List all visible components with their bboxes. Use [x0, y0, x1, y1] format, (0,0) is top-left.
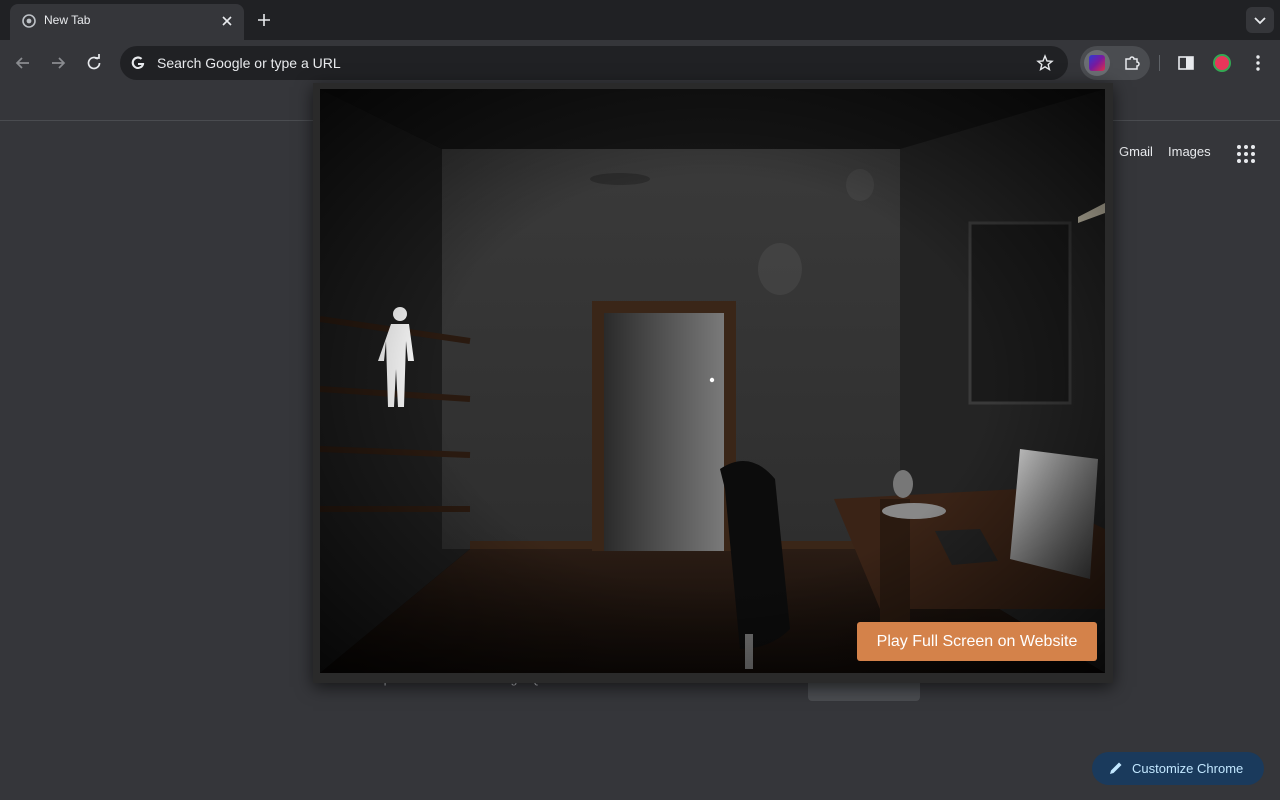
omnibox-placeholder: Search Google or type a URL	[157, 55, 341, 71]
tab-strip: New Tab	[0, 0, 1280, 40]
kebab-menu-icon[interactable]	[1247, 52, 1269, 74]
images-link[interactable]: Images	[1168, 144, 1211, 159]
pencil-icon	[1110, 762, 1122, 774]
arrow-right-icon[interactable]	[47, 52, 69, 74]
chrome-icon	[22, 14, 36, 28]
extension-game-icon	[1089, 55, 1105, 71]
profile-avatar[interactable]	[1213, 54, 1231, 72]
apps-grid-icon[interactable]	[1236, 144, 1256, 164]
game-canvas[interactable]: Play Full Screen on Website	[320, 89, 1105, 673]
extensions-pill	[1080, 46, 1150, 80]
omnibox[interactable]: Search Google or type a URL	[120, 46, 1068, 80]
reload-icon[interactable]	[83, 52, 105, 74]
google-g-icon	[131, 56, 145, 70]
star-icon[interactable]	[1036, 54, 1054, 72]
toolbar-divider	[1159, 55, 1160, 71]
side-panel-icon[interactable]	[1175, 52, 1197, 74]
tab-title: New Tab	[44, 13, 91, 27]
customize-chrome-label: Customize Chrome	[1132, 761, 1244, 776]
game-scene	[320, 89, 1105, 673]
extension-popup: Play Full Screen on Website	[313, 83, 1113, 683]
play-full-screen-button[interactable]: Play Full Screen on Website	[857, 622, 1097, 661]
puzzle-icon[interactable]	[1122, 53, 1142, 73]
tab-search-button[interactable]	[1246, 7, 1274, 33]
customize-chrome-button[interactable]: Customize Chrome	[1092, 752, 1264, 785]
extension-game-button[interactable]	[1084, 50, 1110, 76]
plus-icon[interactable]	[254, 10, 274, 30]
close-icon[interactable]	[218, 12, 236, 30]
gmail-link[interactable]: Gmail	[1119, 144, 1153, 159]
toolbar: Search Google or type a URL	[0, 40, 1280, 86]
arrow-left-icon[interactable]	[12, 52, 34, 74]
chevron-down-icon	[1254, 17, 1266, 25]
tab-new-tab[interactable]: New Tab	[10, 4, 244, 40]
